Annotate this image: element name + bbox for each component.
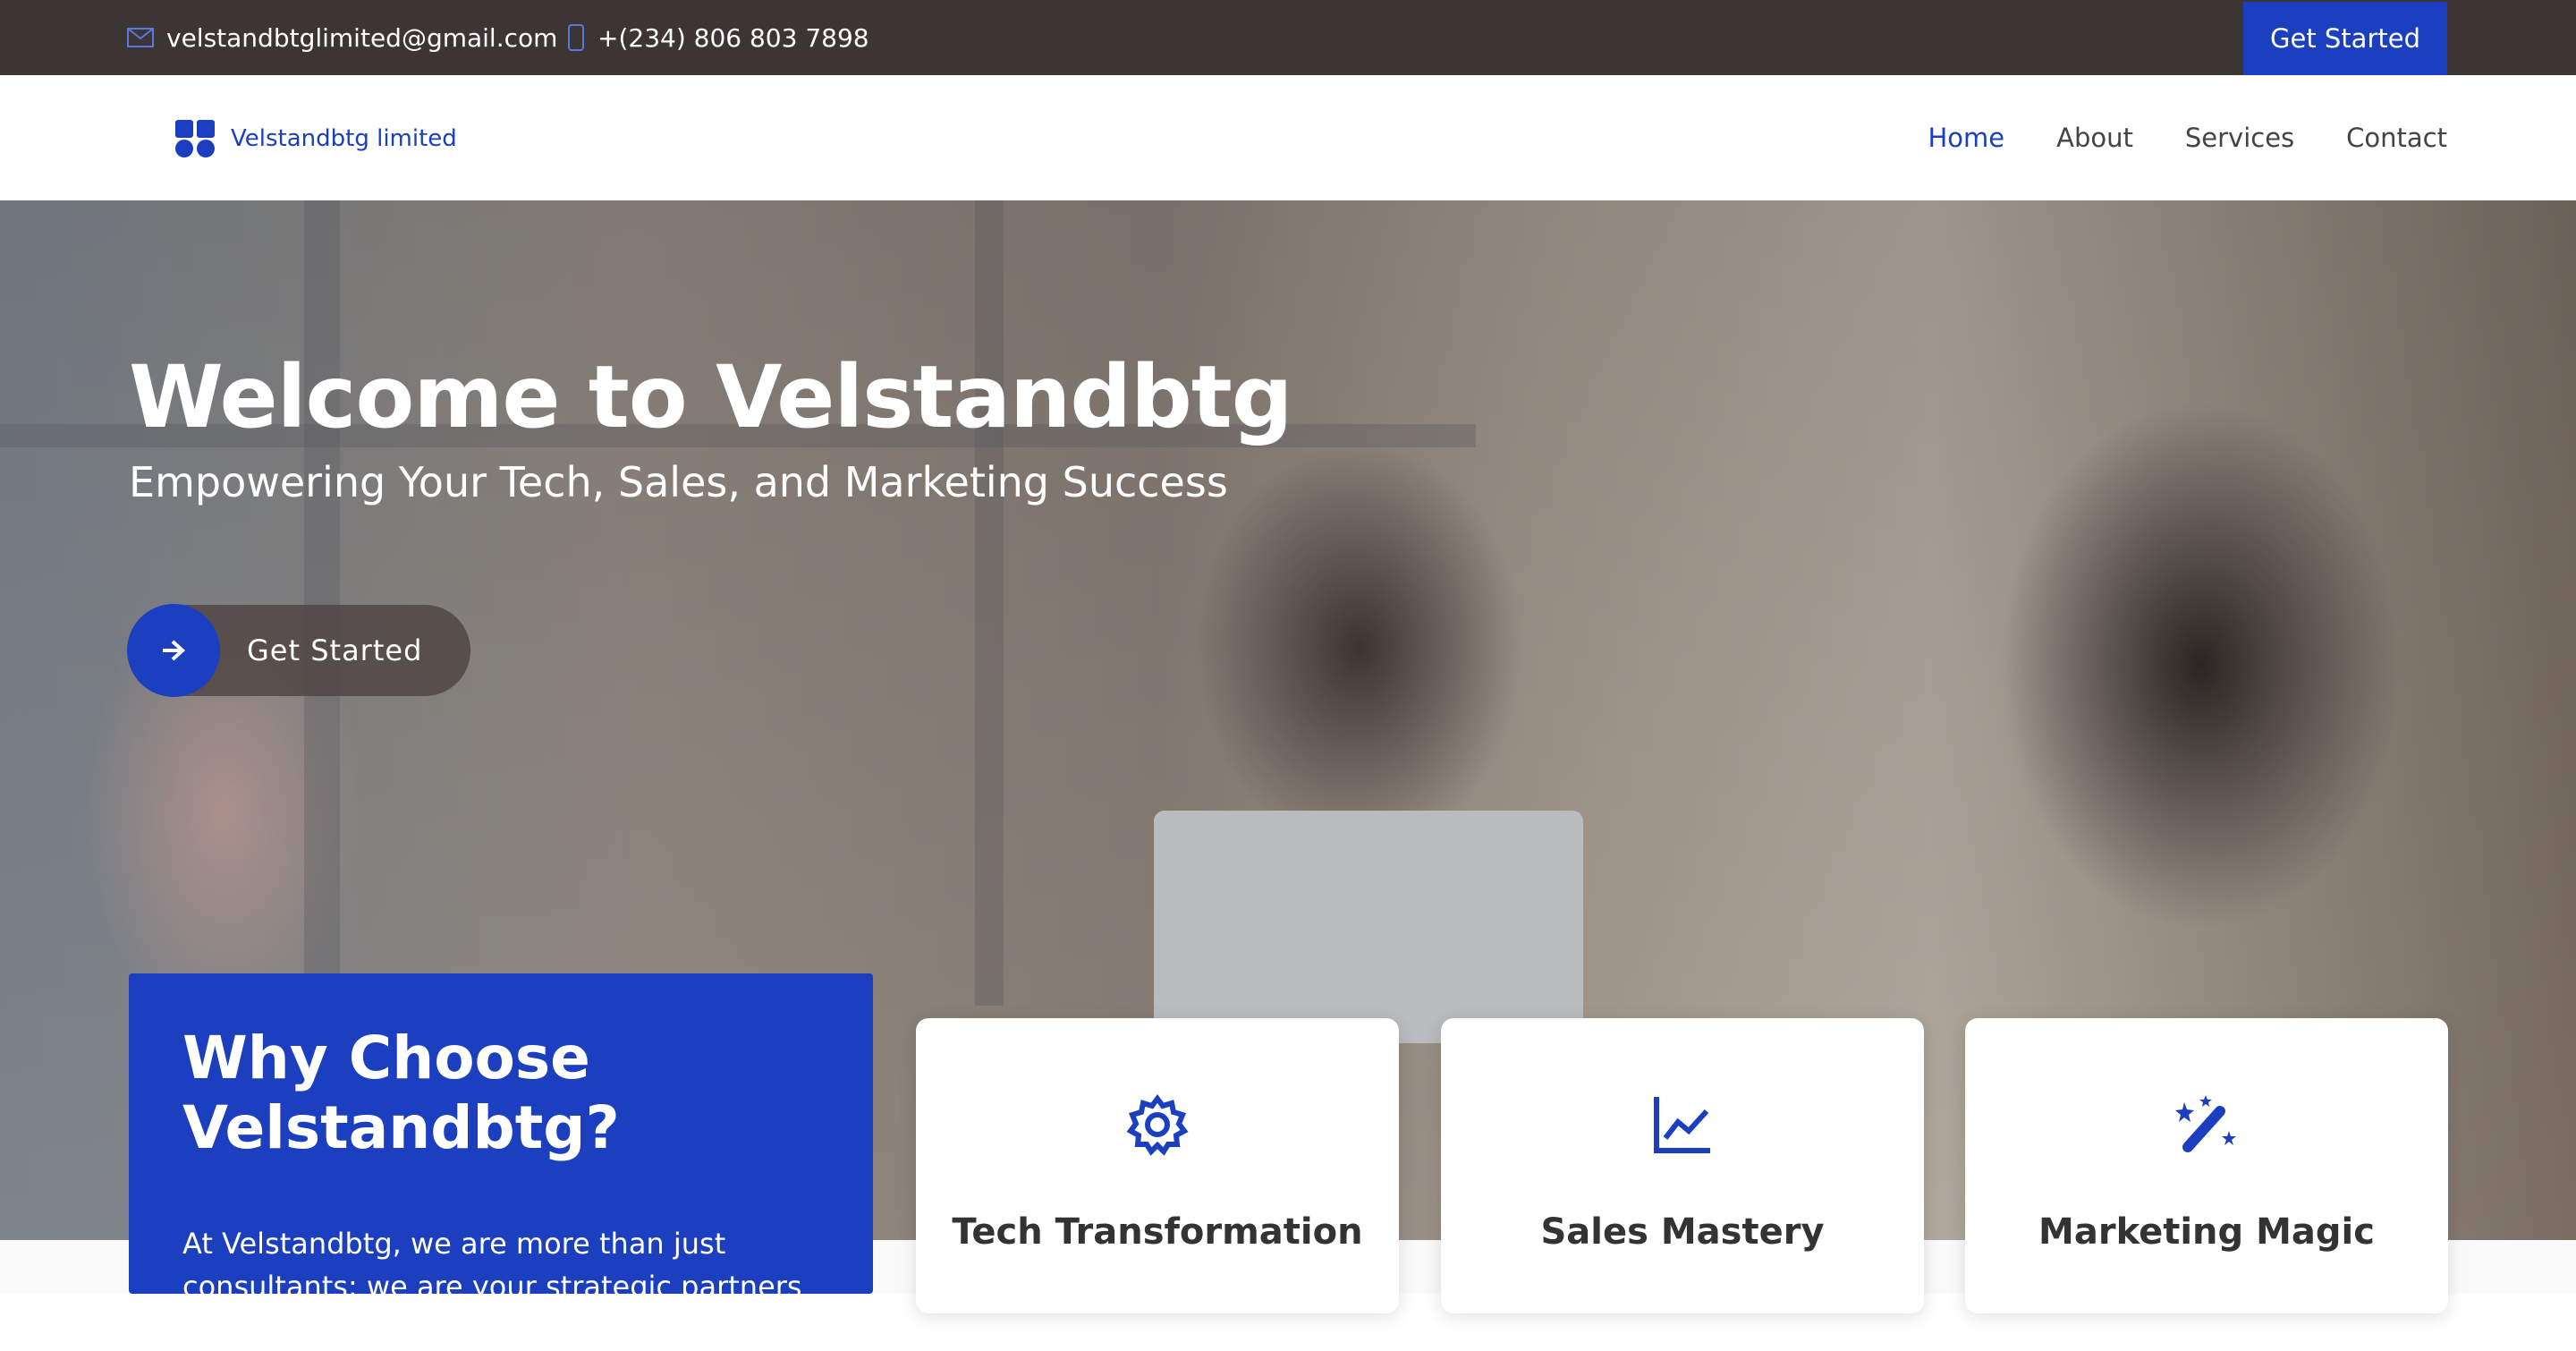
card-title: Sales Mastery xyxy=(1540,1211,1825,1253)
arrow-right-icon xyxy=(127,604,220,697)
hero-cta-label: Get Started xyxy=(247,633,423,667)
logo-text: Velstandbtg limited xyxy=(231,125,457,152)
phone-icon xyxy=(568,24,584,51)
hero-get-started-button[interactable]: Get Started xyxy=(127,604,471,697)
line-chart-icon xyxy=(1441,1093,1924,1165)
gear-icon xyxy=(916,1093,1399,1165)
email-text: velstandbtglimited@gmail.com xyxy=(166,22,558,53)
hero-title: Welcome to Velstandbtg xyxy=(129,347,1292,447)
nav-services[interactable]: Services xyxy=(2185,123,2294,153)
nav-home[interactable]: Home xyxy=(1928,123,2004,153)
main-header: Velstandbtg limited Home About Services … xyxy=(0,75,2576,200)
logo[interactable]: Velstandbtg limited xyxy=(175,120,457,157)
card-title: Tech Transformation xyxy=(952,1211,1363,1253)
hero-subtitle: Empowering Your Tech, Sales, and Marketi… xyxy=(129,458,1228,506)
service-card-sales[interactable]: Sales Mastery xyxy=(1441,1018,1924,1313)
nav-contact[interactable]: Contact xyxy=(2346,123,2447,153)
magic-wand-icon xyxy=(1965,1093,2448,1165)
phone-contact[interactable]: +(234) 806 803 7898 xyxy=(567,0,869,75)
why-text: At Velstandbtg, we are more than just co… xyxy=(182,1227,802,1347)
phone-text: +(234) 806 803 7898 xyxy=(597,22,869,53)
card-title: Marketing Magic xyxy=(2038,1211,2375,1253)
main-nav: Home About Services Contact xyxy=(1928,75,2447,200)
service-card-marketing[interactable]: Marketing Magic xyxy=(1965,1018,2448,1313)
service-card-tech[interactable]: Tech Transformation xyxy=(916,1018,1399,1313)
nav-about[interactable]: About xyxy=(2056,123,2133,153)
topbar-get-started-button[interactable]: Get Started xyxy=(2243,2,2447,75)
why-choose-box: Why Choose Velstandbtg? At Velstandbtg, … xyxy=(129,973,873,1347)
top-bar: velstandbtglimited@gmail.com +(234) 806 … xyxy=(0,0,2576,75)
email-contact[interactable]: velstandbtglimited@gmail.com xyxy=(127,0,557,75)
background-window-frame xyxy=(975,200,1004,1006)
why-title: Why Choose Velstandbtg? xyxy=(182,1024,620,1162)
logo-mark-icon xyxy=(175,120,216,157)
background-laptop xyxy=(1154,811,1583,1043)
envelope-icon xyxy=(127,28,154,47)
background-window-frame xyxy=(304,200,340,1006)
